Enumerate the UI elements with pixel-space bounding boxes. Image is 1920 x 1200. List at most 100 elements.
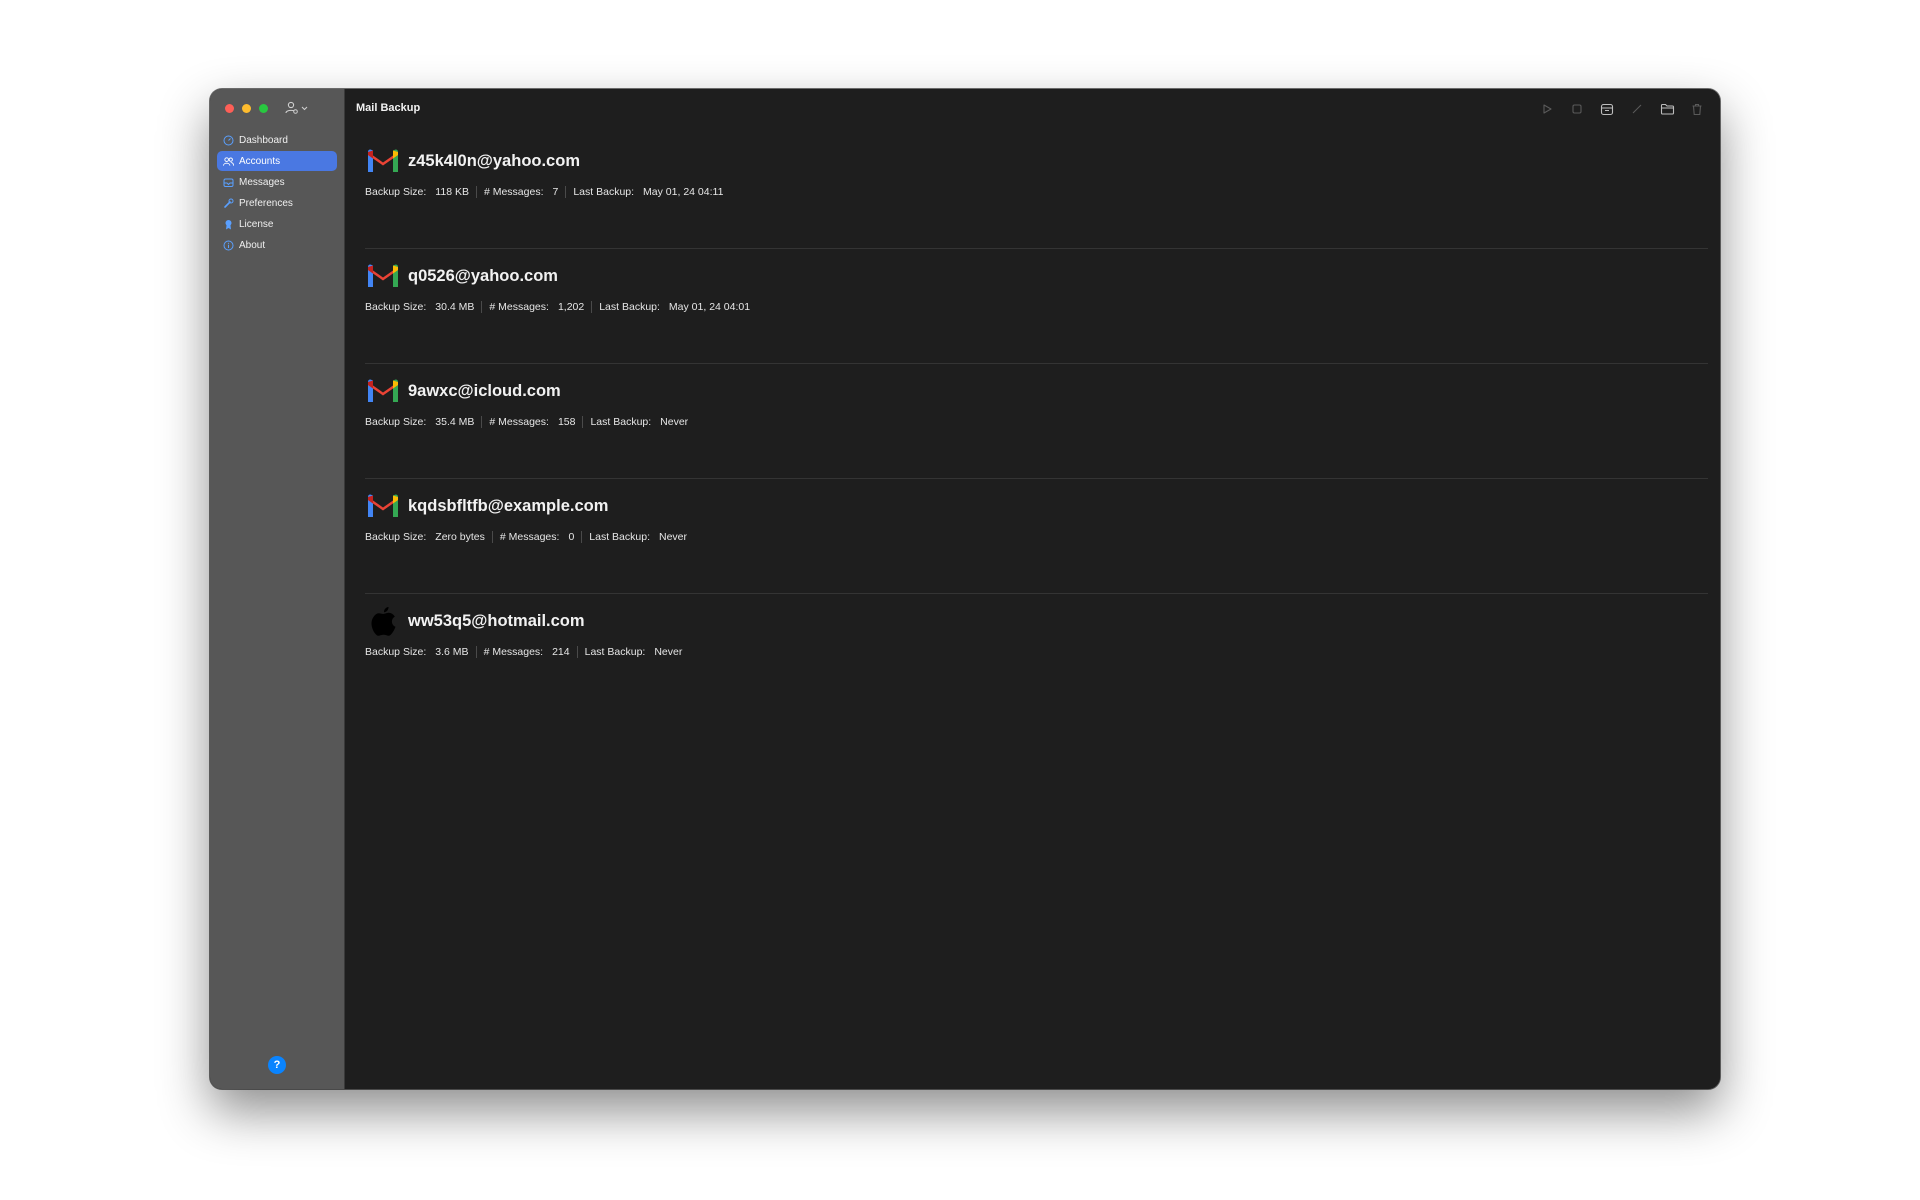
gmail-logo-icon: [365, 261, 401, 291]
account-row[interactable]: z45k4l0n@yahoo.com Backup Size: 118 KB #…: [365, 134, 1708, 249]
divider: [576, 646, 578, 658]
account-row[interactable]: 9awxc@icloud.com Backup Size: 35.4 MB # …: [365, 364, 1708, 479]
about-icon: [223, 240, 234, 251]
sidebar-item-accounts[interactable]: Accounts: [217, 151, 337, 171]
backup-size-label: Backup Size:: [365, 531, 427, 543]
preferences-icon: [223, 198, 234, 209]
backup-size-label: Backup Size:: [365, 646, 427, 658]
divider: [491, 531, 493, 543]
divider: [565, 186, 567, 198]
delete-account-button[interactable]: [1686, 99, 1708, 119]
messages-value: 7: [552, 186, 559, 198]
help-button[interactable]: ?: [268, 1056, 286, 1074]
open-folder-button[interactable]: [1656, 99, 1678, 119]
messages-label: # Messages:: [489, 301, 549, 313]
main-content: Mail Backup z45k4l0n@yahoo.com Backup Si…: [345, 89, 1720, 1089]
backup-size-value: Zero bytes: [435, 531, 485, 543]
app-window: Dashboard Accounts Messages Preferences: [210, 89, 1720, 1089]
messages-value: 214: [552, 646, 570, 658]
divider: [582, 416, 584, 428]
gmail-logo-icon: [365, 491, 401, 521]
sidebar-item-label: Preferences: [239, 197, 293, 209]
backup-size-value: 3.6 MB: [435, 646, 469, 658]
close-window-button[interactable]: [225, 104, 234, 113]
edit-account-button[interactable]: [1626, 99, 1648, 119]
archive-icon: [1600, 103, 1614, 115]
sidebar-item-label: Messages: [239, 176, 285, 188]
messages-label: # Messages:: [483, 186, 544, 198]
account-stats: Backup Size: 3.6 MB # Messages: 214 Last…: [365, 646, 689, 658]
backup-size-label: Backup Size:: [365, 186, 427, 198]
account-email: ww53q5@hotmail.com: [408, 611, 585, 630]
sidebar-item-label: Dashboard: [239, 134, 288, 146]
stop-backup-button[interactable]: [1566, 99, 1588, 119]
last-backup-value: Never: [658, 531, 687, 543]
messages-value: 1,202: [557, 301, 585, 313]
backup-size-value: 118 KB: [435, 186, 469, 198]
sidebar-item-about[interactable]: About: [217, 235, 337, 255]
backup-size-label: Backup Size:: [365, 301, 427, 313]
last-backup-label: Last Backup:: [589, 531, 650, 543]
edit-icon: [1632, 104, 1642, 114]
sidebar-item-license[interactable]: License: [217, 214, 337, 234]
messages-value: 0: [568, 531, 575, 543]
account-email: q0526@yahoo.com: [408, 266, 558, 285]
backup-size-value: 30.4 MB: [435, 301, 475, 313]
account-row[interactable]: kqdsbfltfb@example.com Backup Size: Zero…: [365, 479, 1708, 594]
divider: [481, 416, 483, 428]
messages-label: # Messages:: [499, 531, 560, 543]
divider: [591, 301, 593, 313]
last-backup-value: Never: [654, 646, 683, 658]
sidebar-item-label: About: [239, 239, 266, 251]
stop-icon: [1572, 104, 1582, 114]
last-backup-value: May 01, 24 04:11: [643, 186, 724, 198]
account-row[interactable]: ww53q5@hotmail.com Backup Size: 3.6 MB #…: [365, 594, 1708, 708]
sidebar-nav: Dashboard Accounts Messages Preferences: [217, 130, 337, 256]
account-switcher-button[interactable]: [284, 101, 310, 115]
sidebar-item-dashboard[interactable]: Dashboard: [217, 130, 337, 150]
divider: [581, 531, 583, 543]
backup-size-value: 35.4 MB: [435, 416, 475, 428]
start-backup-button[interactable]: [1536, 99, 1558, 119]
license-icon: [223, 219, 234, 230]
account-email: 9awxc@icloud.com: [408, 381, 561, 400]
sidebar-item-preferences[interactable]: Preferences: [217, 193, 337, 213]
last-backup-label: Last Backup:: [599, 301, 660, 313]
last-backup-label: Last Backup:: [573, 186, 635, 198]
account-stats: Backup Size: 30.4 MB # Messages: 1,202 L…: [365, 301, 757, 313]
last-backup-label: Last Backup:: [584, 646, 646, 658]
accounts-icon: [223, 156, 234, 167]
user-settings-icon: [285, 101, 308, 114]
account-stats: Backup Size: 118 KB # Messages: 7 Last B…: [365, 186, 730, 198]
accounts-list: z45k4l0n@yahoo.com Backup Size: 118 KB #…: [365, 134, 1708, 708]
dashboard-icon: [223, 135, 234, 146]
last-backup-value: Never: [660, 416, 689, 428]
messages-icon: [223, 177, 234, 188]
gmail-logo-icon: [365, 146, 401, 176]
window-title: Mail Backup: [356, 102, 421, 114]
apple-logo-icon: [365, 606, 401, 636]
divider: [481, 301, 483, 313]
messages-label: # Messages:: [489, 416, 549, 428]
minimize-window-button[interactable]: [242, 104, 251, 113]
folder-icon: [1660, 103, 1674, 115]
last-backup-value: May 01, 24 04:01: [668, 301, 751, 313]
account-email: z45k4l0n@yahoo.com: [408, 151, 580, 170]
divider: [475, 186, 477, 198]
sidebar-item-label: Accounts: [239, 155, 281, 167]
play-icon: [1543, 104, 1552, 114]
account-email: kqdsbfltfb@example.com: [408, 496, 609, 515]
backup-size-label: Backup Size:: [365, 416, 427, 428]
divider: [475, 646, 477, 658]
gmail-logo-icon: [365, 376, 401, 406]
sidebar-item-label: License: [239, 218, 274, 230]
sidebar: Dashboard Accounts Messages Preferences: [210, 89, 345, 1089]
archive-button[interactable]: [1596, 99, 1618, 119]
window-controls: [225, 104, 268, 113]
account-row[interactable]: q0526@yahoo.com Backup Size: 30.4 MB # M…: [365, 249, 1708, 364]
trash-icon: [1692, 103, 1702, 115]
sidebar-item-messages[interactable]: Messages: [217, 172, 337, 192]
zoom-window-button[interactable]: [259, 104, 268, 113]
account-stats: Backup Size: 35.4 MB # Messages: 158 Las…: [365, 416, 695, 428]
messages-label: # Messages:: [483, 646, 544, 658]
